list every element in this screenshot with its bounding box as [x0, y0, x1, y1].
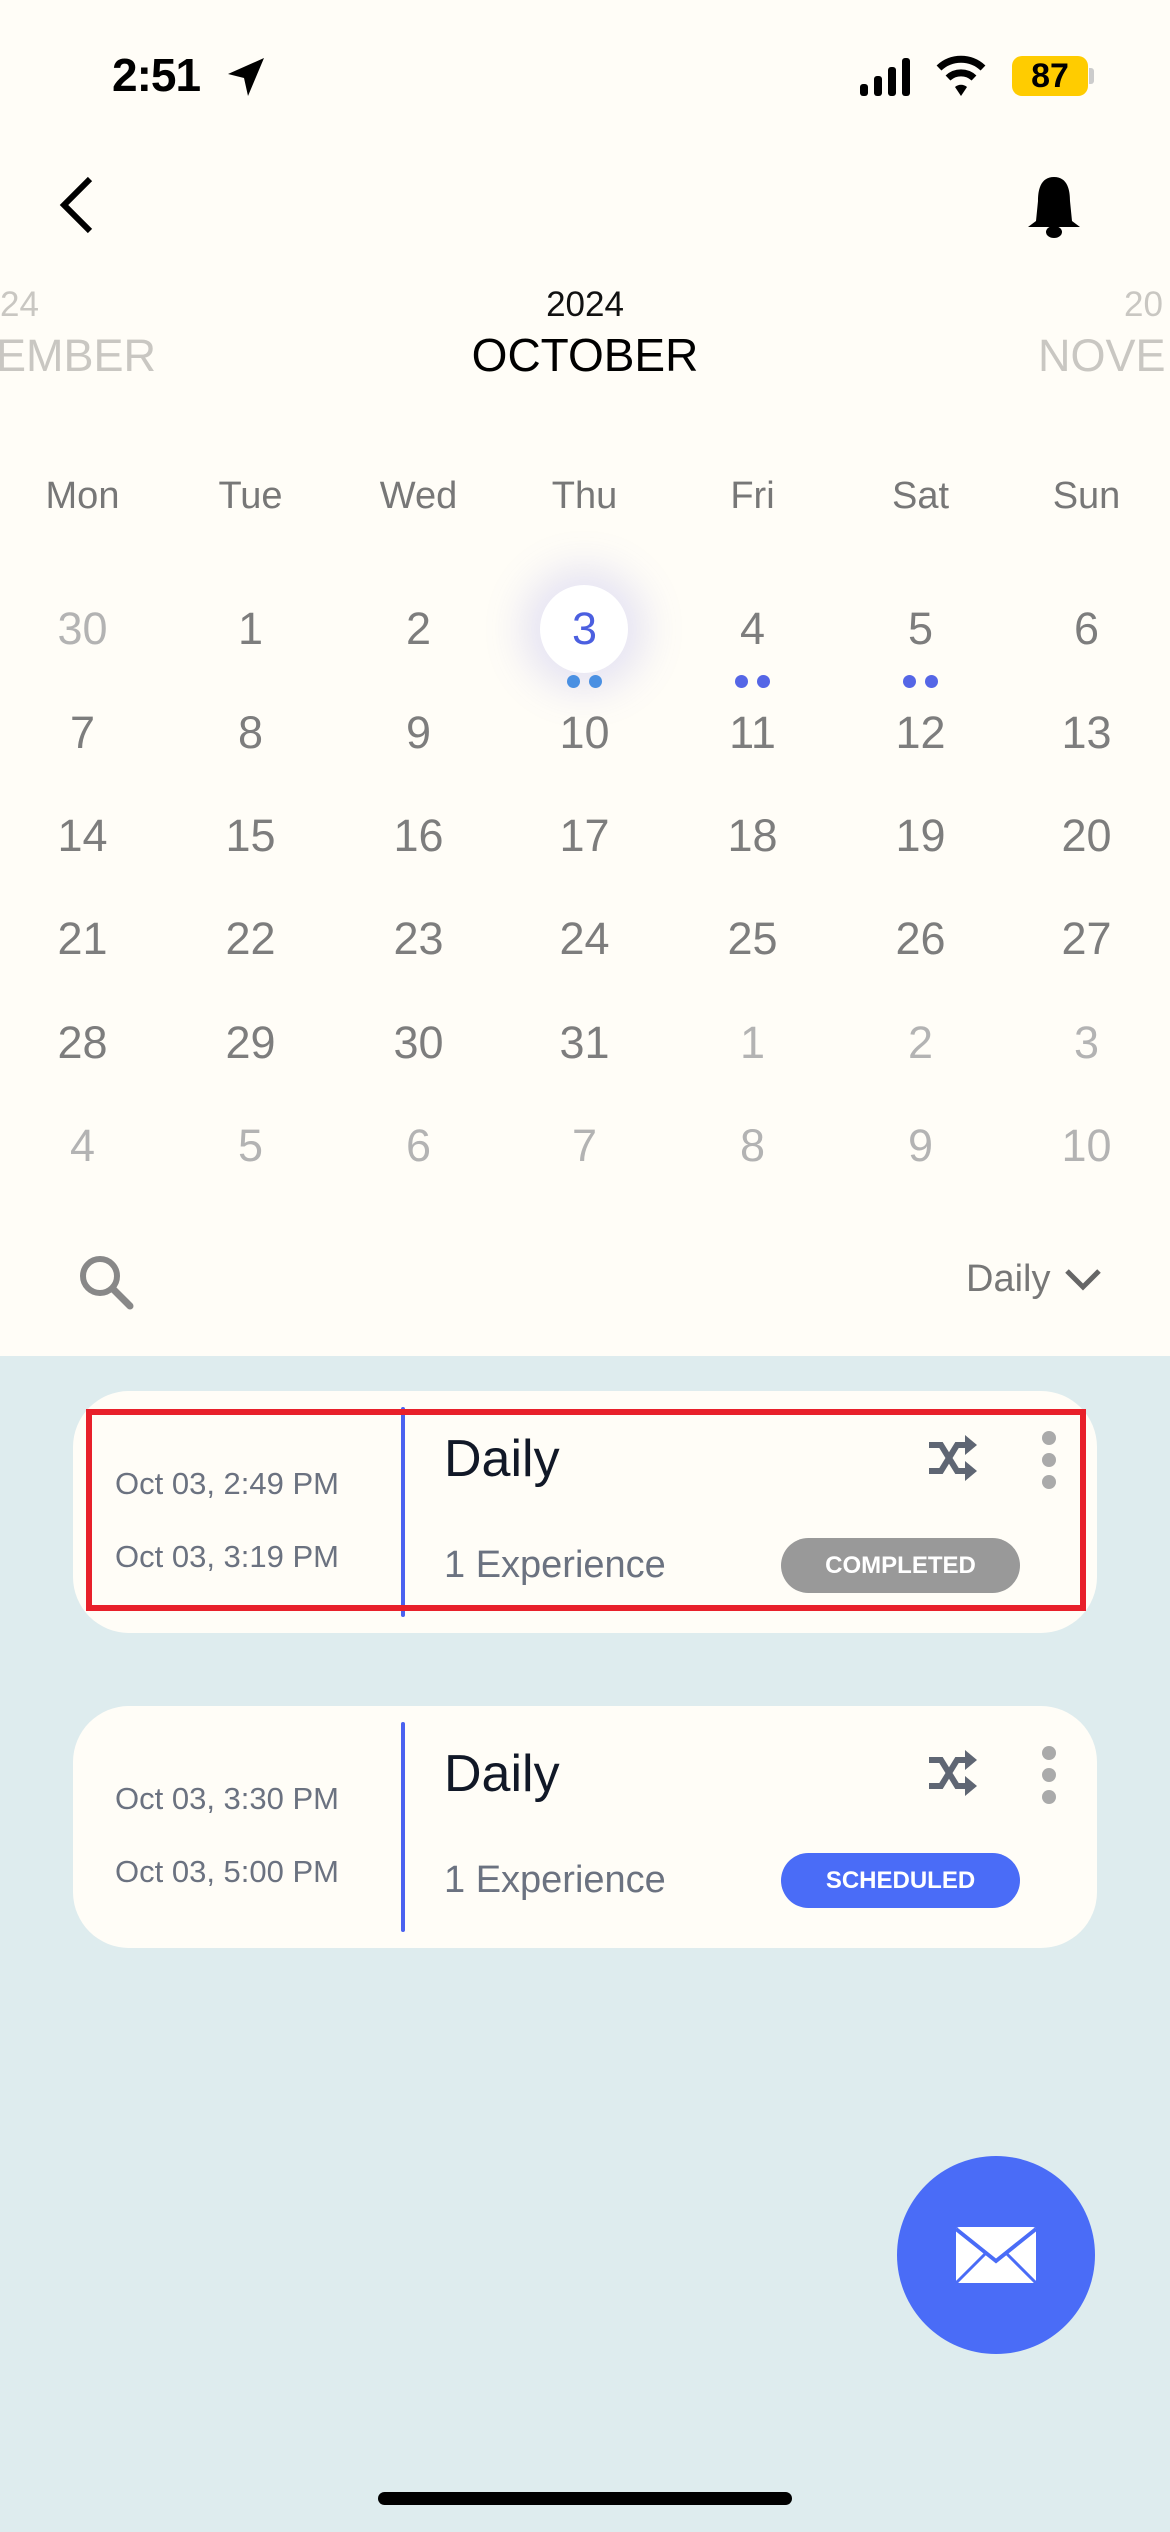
weekday-thu: Thu — [551, 475, 618, 517]
end-time: Oct 03, 5:00 PM — [115, 1854, 339, 1889]
current-year: 2024 — [546, 285, 624, 324]
weekday-sun: Sun — [1052, 475, 1121, 517]
calendar-day[interactable]: 6 — [1003, 599, 1170, 659]
calendar-day[interactable]: 10 — [1003, 1116, 1170, 1176]
calendar-day[interactable]: 15 — [167, 806, 334, 866]
weekday-tue: Tue — [218, 475, 283, 517]
calendar-day[interactable]: 11 — [669, 703, 836, 763]
event-dot — [925, 675, 938, 688]
calendar-day[interactable]: 9 — [335, 703, 502, 763]
message-button[interactable] — [897, 2156, 1095, 2354]
calendar-day[interactable]: 30 — [0, 599, 166, 659]
calendar-day[interactable]: 8 — [669, 1116, 836, 1176]
weekday-fri: Fri — [730, 475, 775, 517]
signal-icon — [860, 58, 910, 96]
calendar-day-selected[interactable]: 3 — [501, 599, 668, 659]
calendar-day[interactable]: 29 — [167, 1013, 334, 1073]
calendar-day[interactable]: 1 — [167, 599, 334, 659]
view-mode-label: Daily — [966, 1258, 1051, 1300]
bell-icon[interactable] — [1024, 175, 1084, 239]
calendar-day[interactable]: 5 — [837, 599, 1004, 659]
divider — [401, 1722, 405, 1932]
next-month[interactable]: NOVE — [1038, 330, 1166, 382]
session-title: Daily — [444, 1745, 560, 1803]
calendar-day[interactable]: 18 — [669, 806, 836, 866]
calendar-day[interactable]: 6 — [335, 1116, 502, 1176]
event-dot — [567, 675, 580, 688]
status-time: 2:51 — [112, 49, 201, 101]
calendar-day[interactable]: 13 — [1003, 703, 1170, 763]
calendar-day[interactable]: 28 — [0, 1013, 166, 1073]
weekday-sat: Sat — [891, 475, 950, 517]
calendar-day[interactable]: 7 — [0, 703, 166, 763]
shuffle-icon[interactable] — [927, 1750, 979, 1796]
battery-cap — [1089, 68, 1094, 84]
weekday-mon: Mon — [45, 475, 120, 517]
chevron-down-icon — [1065, 1268, 1102, 1291]
status-badge: SCHEDULED — [781, 1853, 1020, 1908]
highlight-box — [86, 1409, 1086, 1611]
calendar-day[interactable]: 23 — [335, 909, 502, 969]
calendar-day[interactable]: 9 — [837, 1116, 1004, 1176]
event-dot — [757, 675, 770, 688]
home-indicator[interactable] — [378, 2492, 792, 2505]
calendar-day[interactable]: 21 — [0, 909, 166, 969]
current-month: OCTOBER — [471, 329, 699, 381]
calendar-day[interactable]: 7 — [501, 1116, 668, 1176]
search-icon[interactable] — [76, 1252, 136, 1312]
event-dot — [589, 675, 602, 688]
calendar-day[interactable]: 2 — [837, 1013, 1004, 1073]
calendar-day[interactable]: 3 — [1003, 1013, 1170, 1073]
next-year: 20 — [1124, 285, 1163, 324]
calendar-day[interactable]: 8 — [167, 703, 334, 763]
view-mode-dropdown[interactable]: Daily — [966, 1258, 1102, 1301]
calendar-day[interactable]: 26 — [837, 909, 1004, 969]
calendar-day[interactable]: 25 — [669, 909, 836, 969]
calendar-day[interactable]: 22 — [167, 909, 334, 969]
calendar-day[interactable]: 2 — [335, 599, 502, 659]
chevron-left-icon[interactable] — [52, 175, 102, 235]
weekday-wed: Wed — [379, 475, 458, 517]
calendar-day[interactable]: 14 — [0, 806, 166, 866]
calendar-day[interactable]: 19 — [837, 806, 1004, 866]
calendar-day[interactable]: 30 — [335, 1013, 502, 1073]
location-arrow-icon — [228, 58, 264, 96]
calendar-day[interactable]: 10 — [501, 703, 668, 763]
start-time: Oct 03, 3:30 PM — [115, 1781, 339, 1816]
event-dot — [735, 675, 748, 688]
calendar-day[interactable]: 1 — [669, 1013, 836, 1073]
more-options-icon[interactable] — [1042, 1746, 1056, 1812]
calendar-day[interactable]: 12 — [837, 703, 1004, 763]
wifi-icon — [936, 55, 986, 96]
calendar-day[interactable]: 16 — [335, 806, 502, 866]
calendar-day[interactable]: 5 — [167, 1116, 334, 1176]
calendar-day[interactable]: 31 — [501, 1013, 668, 1073]
calendar-day[interactable]: 17 — [501, 806, 668, 866]
mail-icon — [954, 2227, 1038, 2285]
calendar-day[interactable]: 20 — [1003, 806, 1170, 866]
event-dot — [903, 675, 916, 688]
calendar-day[interactable]: 27 — [1003, 909, 1170, 969]
battery-level: 87 — [1012, 56, 1088, 96]
calendar-day[interactable]: 24 — [501, 909, 668, 969]
calendar-day[interactable]: 4 — [0, 1116, 166, 1176]
session-card[interactable]: Oct 03, 3:30 PM Oct 03, 5:00 PM Daily 1 … — [73, 1706, 1097, 1948]
experience-count: 1 Experience — [444, 1859, 666, 1901]
calendar-day[interactable]: 4 — [669, 599, 836, 659]
